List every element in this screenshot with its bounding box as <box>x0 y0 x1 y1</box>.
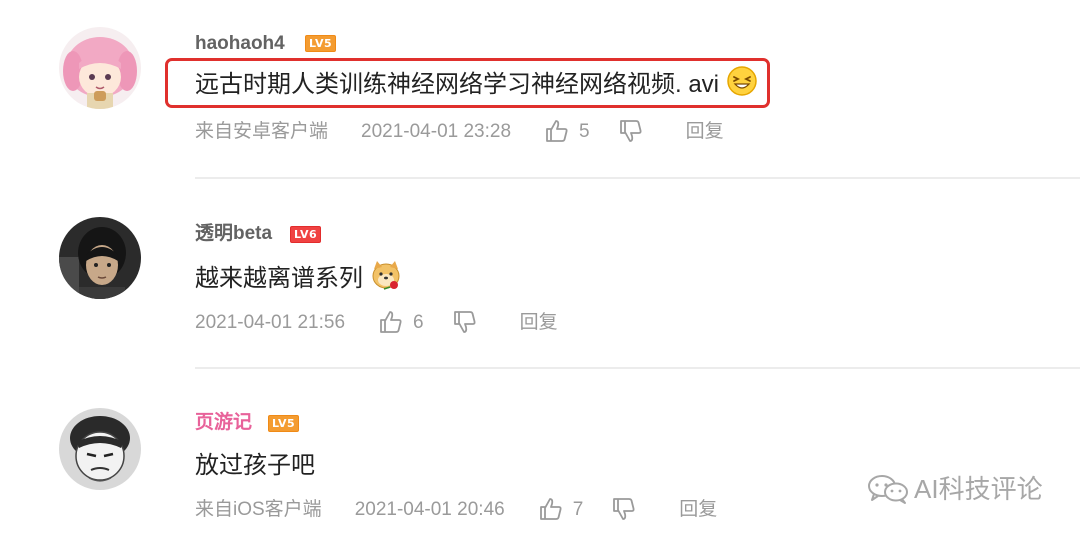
reply-button[interactable]: 回复 <box>679 500 717 519</box>
timestamp: 2021-04-01 23:28 <box>361 120 512 142</box>
avatar[interactable] <box>59 27 141 109</box>
wechat-icon <box>866 473 910 505</box>
thumbs-down-icon[interactable] <box>611 496 637 522</box>
like-count: 5 <box>579 120 590 142</box>
reply-button[interactable]: 回复 <box>520 313 558 332</box>
comment-meta: 2021-04-01 21:56 6 回复 <box>195 309 558 335</box>
username[interactable]: haohaoh4 <box>195 34 285 53</box>
username[interactable]: 透明beta <box>195 224 272 243</box>
avatar[interactable] <box>59 408 141 490</box>
comment-text-content: 越来越离谱系列 <box>195 265 363 292</box>
timestamp: 2021-04-01 20:46 <box>354 498 505 520</box>
watermark-text: AI科技评论 <box>914 474 1043 504</box>
comment-text: 远古时期人类训练神经网络学习神经网络视频. avi <box>195 65 758 98</box>
comment-text-content: 远古时期人类训练神经网络学习神经网络视频. avi <box>195 71 720 98</box>
level-badge: LV5 <box>305 35 337 52</box>
timestamp: 2021-04-01 21:56 <box>195 311 346 333</box>
grinning-squint-emoji-icon <box>726 65 758 97</box>
thumbs-down-icon[interactable] <box>618 118 644 144</box>
comment-meta: 来自iOS客户端 2021-04-01 20:46 7 回复 <box>195 496 717 522</box>
divider <box>195 177 1080 179</box>
comment-meta: 来自安卓客户端 2021-04-01 23:28 5 回复 <box>195 118 724 144</box>
doge-rose-emoji-icon <box>370 259 402 291</box>
divider <box>195 367 1080 369</box>
avatar[interactable] <box>59 217 141 299</box>
like-count: 7 <box>572 498 584 520</box>
watermark: AI科技评论 <box>866 473 1043 505</box>
thumbs-up-icon[interactable] <box>538 496 564 522</box>
username[interactable]: 页游记 <box>195 413 252 432</box>
reply-button[interactable]: 回复 <box>686 122 724 141</box>
level-badge: LV5 <box>268 415 300 432</box>
thumbs-up-icon[interactable] <box>378 309 404 335</box>
like-count: 6 <box>413 311 424 333</box>
thumbs-up-icon[interactable] <box>544 118 570 144</box>
client-source: 来自安卓客户端 <box>195 120 329 142</box>
thumbs-down-icon[interactable] <box>452 309 478 335</box>
level-badge: LV6 <box>290 226 322 243</box>
comment-text: 越来越离谱系列 <box>195 260 402 292</box>
client-source: 来自iOS客户端 <box>195 498 322 520</box>
comment-text: 放过孩子吧 <box>195 452 315 479</box>
